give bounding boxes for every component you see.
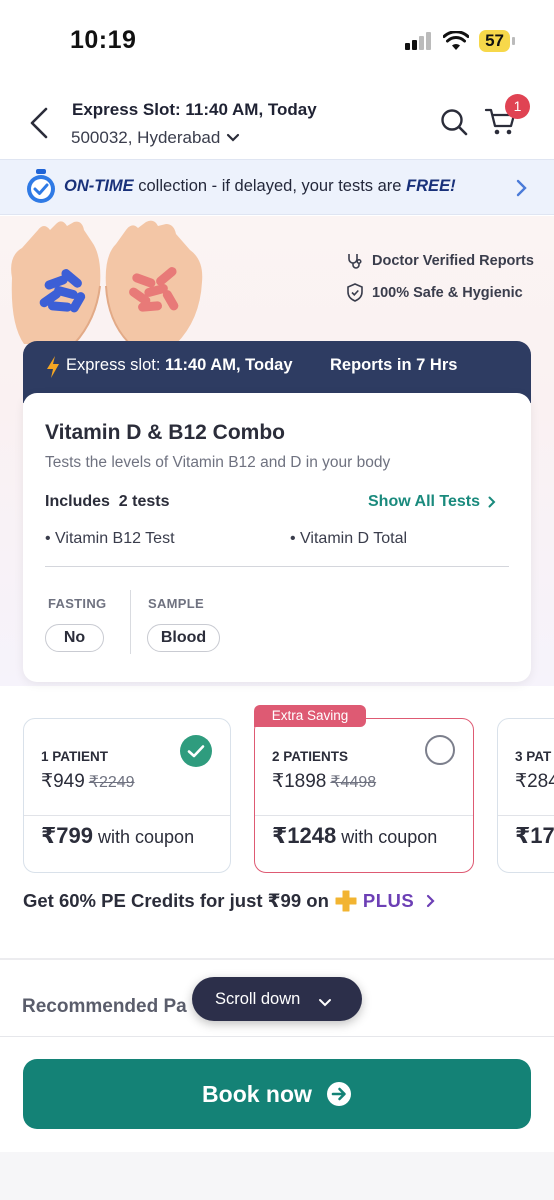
- test-title: Vitamin D & B12 Combo: [45, 421, 285, 444]
- chevron-down-icon: [227, 133, 240, 142]
- patient-card-divider: [498, 815, 554, 816]
- location-selector[interactable]: 500032, Hyderabad: [71, 128, 240, 148]
- mrp-value: ₹4498: [330, 774, 377, 791]
- banner-chevron-right-icon: [516, 179, 527, 197]
- coupon-price: ₹799 with coupon: [41, 823, 194, 849]
- patient-count-label: 1 PATIENT: [41, 749, 109, 764]
- status-icons: 57: [405, 30, 515, 52]
- show-all-tests-link[interactable]: Show All Tests: [368, 493, 496, 511]
- coupon-price-value: ₹179: [515, 823, 554, 848]
- sample-label: SAMPLE: [148, 596, 204, 611]
- on-time-text: ON-TIME collection - if delayed, your te…: [64, 177, 456, 196]
- test-list-item: • Vitamin D Total: [290, 530, 408, 547]
- card-divider: [45, 566, 509, 567]
- test-item-label: Vitamin B12 Test: [55, 530, 175, 547]
- fasting-value: No: [45, 624, 104, 652]
- plus-icon: [335, 890, 357, 912]
- stethoscope-icon: [348, 254, 362, 269]
- express-slot-time: 11:40 AM, Today: [165, 356, 293, 374]
- on-time-highlight: ON-TIME: [64, 177, 134, 195]
- hands-with-pills-image: [11, 220, 203, 344]
- header-slot-time: 11:40 AM, Today: [185, 100, 317, 119]
- test-list-item: • Vitamin B12 Test: [45, 530, 175, 547]
- express-slot-text: Express slot: 11:40 AM, Today: [66, 356, 293, 375]
- recommended-heading: Recommended Pa: [22, 996, 187, 1017]
- fasting-label: FASTING: [48, 596, 107, 611]
- chevron-right-icon: [488, 496, 496, 508]
- signal-icon: [405, 32, 432, 50]
- patient-price: ₹284: [515, 770, 554, 793]
- patient-count-label: 3 PAT: [515, 749, 552, 764]
- unselected-radio-icon: [425, 735, 455, 765]
- chevron-right-icon: [427, 894, 435, 908]
- section-separator: [0, 958, 554, 960]
- scroll-down-label: Scroll down: [215, 989, 301, 1008]
- stopwatch-icon: [27, 169, 55, 203]
- cart-count-badge: 1: [505, 94, 530, 119]
- plus-label: PLUS: [362, 890, 415, 911]
- on-time-mid: collection - if delayed, your tests are: [133, 177, 407, 195]
- patient-price: ₹949 ₹2249: [41, 770, 135, 793]
- includes-count: Includes 2 tests: [45, 493, 170, 510]
- coupon-text: with coupon: [336, 827, 438, 847]
- reports-time: Reports in 7 Hrs: [330, 356, 458, 374]
- wifi-icon: [443, 31, 470, 50]
- mrp-value: ₹2249: [88, 774, 135, 791]
- show-all-tests-label: Show All Tests: [368, 493, 481, 510]
- patient-price: ₹1898 ₹4498: [272, 770, 376, 793]
- coupon-price-value: ₹799: [41, 823, 94, 848]
- location-text: 500032, Hyderabad: [71, 128, 221, 147]
- test-item-label: Vitamin D Total: [300, 530, 408, 547]
- feature-safe-hygienic-label: 100% Safe & Hygienic: [372, 284, 523, 301]
- patient-count-label: 2 PATIENTS: [272, 749, 349, 764]
- selected-check-icon: [180, 735, 212, 767]
- feature-doctor-verified: Doctor Verified Reports: [346, 252, 534, 270]
- battery-indicator: 57: [479, 30, 515, 52]
- price-value: ₹1898: [272, 771, 327, 792]
- express-slot-label: Express slot:: [66, 356, 161, 374]
- test-subtitle: Tests the levels of Vitamin B12 and D in…: [45, 454, 391, 471]
- coupon-price: ₹179: [515, 823, 554, 849]
- bottom-safe-area: [0, 1152, 554, 1200]
- header-slot: Express Slot: 11:40 AM, Today: [72, 100, 317, 120]
- lightning-icon: [47, 356, 59, 378]
- pe-credits-text: Get 60% PE Credits for just ₹99 on: [23, 890, 329, 911]
- patient-option-3[interactable]: 3 PAT ₹284 ₹179: [497, 718, 554, 873]
- coupon-text: with coupon: [93, 827, 195, 847]
- shield-icon: [347, 283, 363, 302]
- meta-divider: [130, 590, 131, 654]
- book-now-label: Book now: [202, 1080, 312, 1107]
- sample-value: Blood: [147, 624, 220, 652]
- patient-card-divider: [24, 815, 230, 816]
- price-value: ₹284: [515, 771, 554, 792]
- book-now-button[interactable]: Book now: [23, 1059, 531, 1129]
- patient-card-divider: [255, 815, 473, 816]
- scroll-down-hint[interactable]: Scroll down: [192, 977, 362, 1021]
- on-time-free: FREE!: [406, 177, 456, 195]
- pe-credits-offer[interactable]: Get 60% PE Credits for just ₹99 on PLUS: [23, 890, 436, 912]
- search-icon[interactable]: [440, 108, 468, 136]
- chevron-down-icon: [319, 999, 332, 1007]
- feature-doctor-verified-label: Doctor Verified Reports: [372, 253, 534, 269]
- feature-safe-hygienic: 100% Safe & Hygienic: [346, 283, 523, 302]
- status-time: 10:19: [70, 26, 137, 54]
- price-value: ₹949: [41, 771, 85, 792]
- back-arrow-icon[interactable]: [26, 106, 54, 140]
- coupon-price-value: ₹1248: [272, 823, 337, 848]
- coupon-price: ₹1248 with coupon: [272, 823, 437, 849]
- arrow-right-circle-icon: [326, 1082, 351, 1106]
- header-slot-label: Express Slot:: [72, 100, 181, 119]
- extra-saving-tag: Extra Saving: [254, 705, 366, 727]
